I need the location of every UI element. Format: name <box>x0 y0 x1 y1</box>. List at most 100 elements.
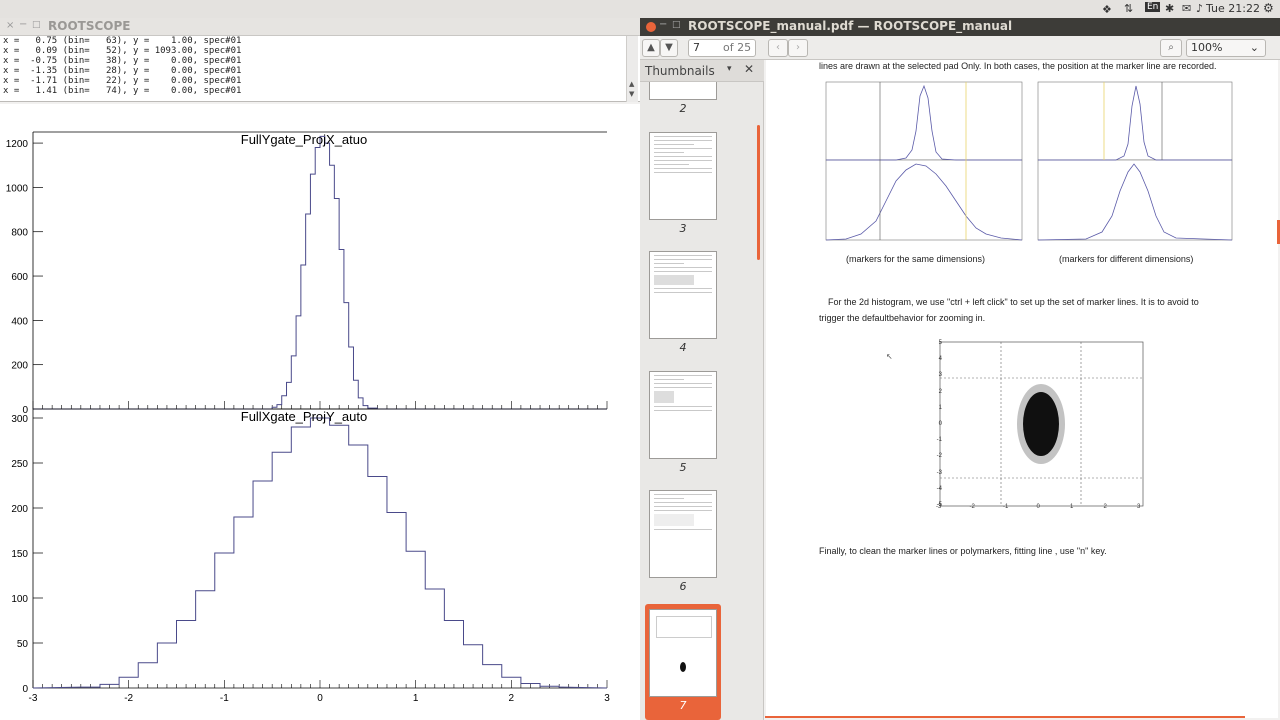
console-line: x = -1.35 (bin= 28), y = 0.00, spec#01 <box>3 66 242 76</box>
console-line: x = 0.09 (bin= 52), y = 1093.00, spec#01 <box>3 46 242 56</box>
y-tick-label: 1000 <box>6 183 29 194</box>
gear-icon[interactable]: ⚙ <box>1263 1 1274 15</box>
figure-different-dimensions <box>1037 81 1233 241</box>
scroll-up-icon[interactable]: ▲ <box>629 80 634 88</box>
x-tick-label: 1 <box>413 693 419 704</box>
scatter-x-tick-label: 2 <box>1103 504 1107 510</box>
close-icon[interactable]: ✕ <box>744 62 754 76</box>
scatter-x-tick-label: -1 <box>1003 504 1009 510</box>
close-icon[interactable]: × <box>6 20 14 31</box>
y-tick-label: 250 <box>11 459 28 470</box>
console-line: x = -1.71 (bin= 22), y = 0.00, spec#01 <box>3 76 242 86</box>
console-line: x = -0.75 (bin= 38), y = 0.00, spec#01 <box>3 56 242 66</box>
scatter-x-tick-label: 0 <box>1036 504 1040 510</box>
y-tick-label: 50 <box>17 639 29 650</box>
scatter-y-tick-label: -2 <box>936 453 942 460</box>
window-title: ROOTSCOPE_manual.pdf — ROOTSCOPE_manual <box>688 19 1013 33</box>
histogram-canvas[interactable]: 020040060080010001200 FullYgate_ProjX_atu… <box>0 104 640 720</box>
scatter-y-tick-label: 4 <box>938 356 942 363</box>
chevron-down-icon[interactable]: ▾ <box>727 64 732 74</box>
maximize-icon[interactable]: □ <box>672 20 681 30</box>
y-tick-label: 0 <box>22 684 28 695</box>
page-up-button[interactable]: ▲ <box>642 39 660 57</box>
chevron-down-icon: ⌄ <box>1249 41 1259 54</box>
y-tick-label: 800 <box>11 228 28 239</box>
scatter-x-tick-label: 1 <box>1070 504 1074 510</box>
thumbnail-label: 7 <box>679 699 687 712</box>
marker-figure <box>825 81 1233 241</box>
scatter-y-ticks: 5 4 3 2 1 0 -1 -2 -3 -4 -5 <box>932 340 942 510</box>
page-text-line: trigger the defaultbehavior for zooming … <box>819 313 986 323</box>
thumbnail-page[interactable] <box>649 132 717 220</box>
back-button[interactable]: ‹ <box>768 39 788 57</box>
chart-title: FullYgate_ProjX_atuo <box>241 132 367 147</box>
scatter-x-tick-label: -3 <box>936 504 942 510</box>
page-text-line: Finally, to clean the marker lines or po… <box>819 546 1107 556</box>
sidebar-header: Thumbnails ▾ ✕ <box>640 60 764 82</box>
scatter-y-tick-label: -3 <box>936 469 942 476</box>
figure-caption-right: (markers for different dimensions) <box>1059 254 1194 264</box>
scatter-y-tick-label: 3 <box>938 372 942 379</box>
search-button[interactable]: ⌕ <box>1160 39 1182 57</box>
x-tick-label: 2 <box>509 693 515 704</box>
zoom-select[interactable]: 100% ⌄ <box>1186 39 1266 57</box>
zoom-value: 100% <box>1191 41 1223 54</box>
bluetooth-icon[interactable]: ✱ <box>1165 2 1174 15</box>
thumbnail-page[interactable] <box>649 490 717 578</box>
page-down-button[interactable]: ▼ <box>660 39 678 57</box>
thumbnail-label: 2 <box>679 102 687 115</box>
clock[interactable]: Tue 21:22 <box>1206 2 1260 15</box>
dropbox-icon[interactable]: ❖ <box>1102 3 1112 16</box>
page-current: 7 <box>693 41 700 54</box>
x-tick-label: -1 <box>220 693 229 704</box>
thumbnail-label: 4 <box>679 341 687 354</box>
y-tick-label: 200 <box>11 361 28 372</box>
console-scrollbar[interactable]: ▲ ▼ <box>626 36 638 102</box>
page-text-line: For the 2d histogram, we use "ctrl + lef… <box>828 297 1199 307</box>
scatter-y-tick-label: 2 <box>938 388 942 395</box>
histogram-series <box>33 135 607 410</box>
histogram-series <box>32 417 608 689</box>
x-tick-label: 3 <box>604 693 610 704</box>
y-tick-label: 300 <box>11 414 28 425</box>
y-tick-label: 400 <box>11 316 28 327</box>
scatter-x-tick-label: -2 <box>969 504 975 510</box>
y-tick-label: 100 <box>11 594 28 605</box>
scroll-down-icon[interactable]: ▼ <box>629 90 634 98</box>
pdf-toolbar: ▲ ▼ 7 of 25 ‹ › ⌕ 100% ⌄ <box>640 36 1280 60</box>
pdf-page[interactable]: lines are drawn at the selected pad Only… <box>766 60 1278 718</box>
system-top-bar: ❖ ⇅ En ✱ ✉ ♪ Tue 21:22 ⚙ <box>0 0 1280 18</box>
thumbnail-label: 5 <box>679 461 687 474</box>
network-icon[interactable]: ⇅ <box>1124 2 1133 15</box>
window-title: ROOTSCOPE <box>48 19 131 33</box>
root-canvas[interactable]: 0 200 400 600 800 1000 1200 FullYgate_ProjX_atu… <box>0 104 640 720</box>
y-tick-label: 600 <box>11 272 28 283</box>
minimize-icon[interactable]: − <box>19 19 27 30</box>
volume-icon[interactable]: ♪ <box>1196 2 1203 15</box>
thumbnail-list: 2 3 4 5 6 7 <box>640 82 758 720</box>
keyboard-layout[interactable]: En <box>1145 2 1161 12</box>
thumbnail-page-current[interactable] <box>649 609 717 697</box>
console-line: x = 0.75 (bin= 63), y = 1.00, spec#01 <box>3 36 242 46</box>
console-line: x = 1.41 (bin= 74), y = 0.00, spec#01 <box>3 86 242 96</box>
thumbnail-page[interactable] <box>649 251 717 339</box>
page-number-input[interactable]: 7 of 25 <box>688 39 756 57</box>
cursor-icon: ↖ <box>886 352 893 361</box>
page-total: of 25 <box>723 41 752 54</box>
scatter-y-tick-label: 1 <box>938 404 942 411</box>
thumbnail-page[interactable] <box>649 371 717 459</box>
thumbnail-label: 6 <box>679 580 687 593</box>
minimize-icon[interactable]: − <box>659 19 667 30</box>
scatter-y-tick-label: -1 <box>936 437 942 444</box>
mail-icon[interactable]: ✉ <box>1182 2 1191 15</box>
thumbnail-page[interactable] <box>649 82 717 100</box>
figure-same-dimensions <box>825 81 1023 241</box>
sidebar-mode-select[interactable]: Thumbnails <box>645 64 715 78</box>
scatter-y-tick-label: 0 <box>938 421 942 427</box>
close-icon[interactable] <box>646 22 656 32</box>
maximize-icon[interactable]: □ <box>32 20 41 30</box>
scatter-y-tick-label: -4 <box>936 485 942 492</box>
x-tick-label: 0 <box>317 693 323 704</box>
console-output[interactable]: x = 0.75 (bin= 63), y = 1.00, spec#01 x … <box>0 36 640 102</box>
forward-button[interactable]: › <box>788 39 808 57</box>
